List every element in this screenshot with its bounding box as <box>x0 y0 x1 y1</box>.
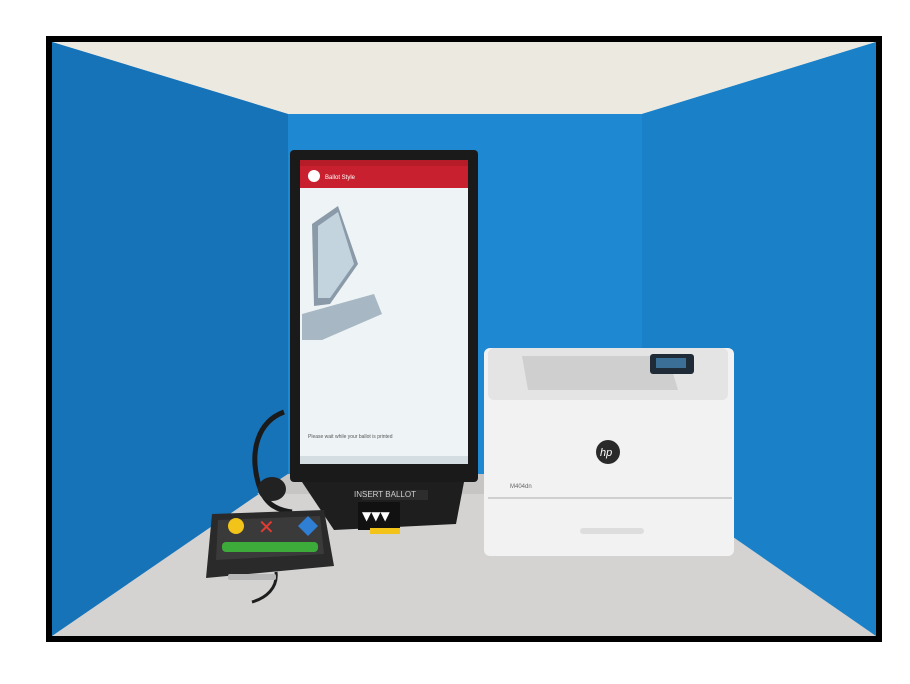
keypad-green-bar-button <box>222 542 318 552</box>
keypad-strap <box>228 574 276 580</box>
voting-booth-photo: INSERT BALLOT ▼▼▼ Ballot Style Please wa… <box>52 42 876 636</box>
stand-label: INSERT BALLOT <box>354 490 416 499</box>
keypad-red-x-button: ✕ <box>258 515 275 539</box>
printer-display <box>656 358 686 368</box>
tablet-footer-prompt: Please wait while your ballot is printed <box>308 434 393 440</box>
printer-paper-tray <box>580 528 644 534</box>
stand-arrows-icon: ▼▼▼ <box>362 509 390 523</box>
printer-brand: hp <box>600 447 612 459</box>
tablet-status-bar <box>300 160 468 166</box>
tablet-footer-bar <box>300 456 468 464</box>
headphones-icon <box>258 477 286 501</box>
photo-frame: INSERT BALLOT ▼▼▼ Ballot Style Please wa… <box>46 36 882 642</box>
keypad-yellow-button <box>228 518 244 534</box>
stand-yellow-tab <box>370 528 400 534</box>
booth-illustration: INSERT BALLOT ▼▼▼ Ballot Style Please wa… <box>52 42 876 636</box>
printer-model-label: M404dn <box>510 484 532 490</box>
tablet-logo-icon <box>308 170 320 182</box>
tablet-header-text: Ballot Style <box>325 175 356 181</box>
